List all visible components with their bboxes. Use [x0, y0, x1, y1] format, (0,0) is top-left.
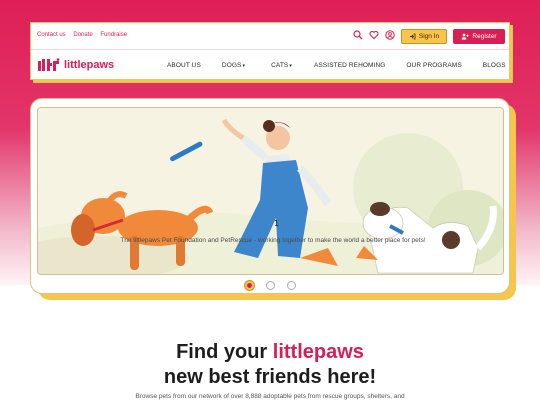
svg-text:1: 1 [274, 219, 279, 228]
user-circle-icon[interactable] [385, 30, 395, 40]
sign-in-icon [409, 33, 416, 40]
register-label: Register [472, 33, 497, 40]
nav-item-our-programs[interactable]: OUR PROGRAMS [406, 62, 461, 69]
site-header: Contact us Donate Fundraise Sign In Regi… [30, 22, 510, 80]
nav-item-blogs[interactable]: BLOGS [483, 62, 506, 69]
add-user-icon [461, 33, 470, 40]
littlepaws-logo-mark [38, 58, 60, 71]
nav-item-about-us[interactable]: ABOUT US [167, 62, 201, 69]
nav-menu: ABOUT US DOGS▾ CATS▾ ASSISTED REHOMING O… [157, 62, 506, 69]
slide-caption: The littlepaws Pet Foundation and PetRes… [120, 237, 426, 244]
carousel-slide[interactable]: 1 The littlepaws Pet Foundation and PetR… [37, 107, 504, 275]
carousel-indicators [31, 281, 509, 290]
donate-link[interactable]: Donate [73, 32, 92, 38]
hero-subtitle: Browse pets from our network of over 8,8… [135, 393, 405, 400]
nav-item-cats-label: CATS [271, 62, 289, 69]
brand-logo[interactable]: littlepaws [37, 58, 114, 72]
register-button[interactable]: Register [453, 29, 505, 44]
caret-down-icon: ▾ [242, 63, 246, 69]
heart-icon[interactable] [369, 30, 379, 40]
nav-item-cats[interactable]: CATS▾ [271, 62, 292, 69]
utility-links: Contact us Donate Fundraise [37, 32, 133, 38]
top-utility-bar: Contact us Donate Fundraise Sign In Regi… [31, 23, 509, 50]
hero-heading-prefix: Find your [176, 341, 273, 363]
hero-carousel: 1 The littlepaws Pet Foundation and PetR… [30, 98, 510, 294]
search-icon[interactable] [353, 30, 363, 40]
sign-in-button[interactable]: Sign In [401, 29, 447, 44]
nav-item-dogs-label: DOGS [221, 62, 242, 69]
caret-down-icon: ▾ [289, 63, 292, 69]
slide-illustration: 1 [38, 108, 503, 274]
sign-in-label: Sign In [418, 33, 440, 40]
contact-us-link[interactable]: Contact us [37, 32, 66, 38]
carousel-dot-3[interactable] [286, 281, 296, 290]
hero-heading-line1: Find your littlepaws [0, 341, 540, 364]
carousel-dot-1[interactable] [244, 281, 254, 290]
hero-heading-line2: new best friends here! [163, 366, 377, 388]
nav-item-assisted-rehoming[interactable]: ASSISTED REHOMING [314, 62, 385, 69]
fundraise-link[interactable]: Fundraise [100, 32, 127, 38]
carousel-dot-2[interactable] [265, 281, 275, 290]
hero-heading-accent: littlepaws [272, 341, 364, 363]
brand-name: littlepaws [64, 59, 115, 71]
nav-item-dogs[interactable]: DOGS▾ [222, 62, 245, 69]
utility-icons [353, 30, 395, 40]
main-navbar: littlepaws ABOUT US DOGS▾ CATS▾ ASSISTED… [31, 51, 509, 81]
